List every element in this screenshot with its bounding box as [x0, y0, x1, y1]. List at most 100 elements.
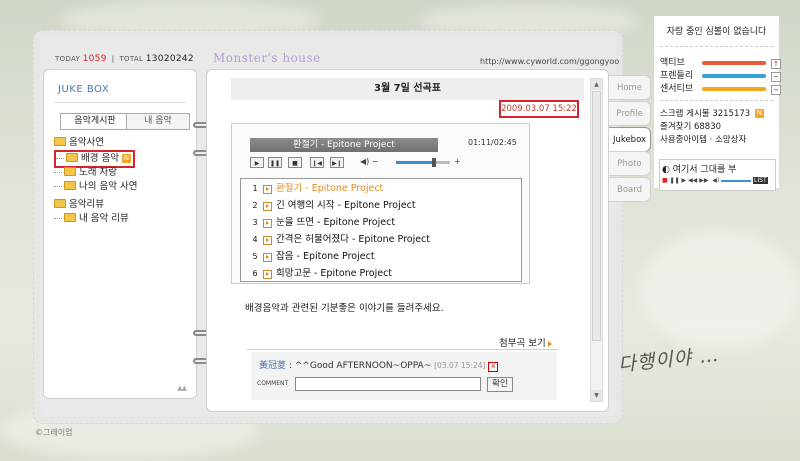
minus-icon[interactable]: − — [771, 72, 781, 82]
today-label: TODAY — [55, 55, 81, 63]
scroll-down-icon[interactable]: ▼ — [591, 390, 602, 401]
folder-icon — [54, 137, 66, 146]
tab-music-board[interactable]: 음악게시판 — [60, 113, 130, 130]
tab-profile[interactable]: Profile — [609, 101, 651, 126]
symbol-status: 자랑 중인 심볼이 없습니다 — [666, 27, 767, 37]
status-widget: 자랑 중인 심볼이 없습니다 액티브 ↑ 프렌들리 − 센서티브 − 스크랩 게… — [654, 16, 781, 191]
track-item[interactable]: 4 간격은 허물어졌다 - Epitone Project — [241, 232, 521, 248]
comment-text: : ^^Good AFTERNOON~OPPA~ — [286, 361, 435, 371]
now-playing-title: 환절기 - Epitone Project — [250, 138, 438, 152]
folder-label: 노래 자랑 — [79, 167, 117, 178]
sidebar-title: JUKE BOX — [58, 84, 110, 95]
volume-icon: ◀) − — [360, 157, 379, 166]
tab-photo[interactable]: Photo — [609, 151, 651, 176]
list-button[interactable]: LIST — [753, 177, 768, 184]
play-button[interactable]: ▶ — [250, 157, 264, 168]
volume-slider[interactable] — [396, 158, 450, 167]
comment-item: 黃冠菱 : ^^Good AFTERNOON~OPPA~ [03.07 15:2… — [259, 358, 499, 372]
gauge-sensitive: 센서티브 − — [660, 83, 781, 95]
prev-button[interactable]: ❙◀ — [310, 157, 324, 168]
tab-my-music[interactable]: 내 음악 — [126, 113, 190, 130]
homepage-url[interactable]: http://www.cyworld.com/ggongyoo — [480, 57, 619, 66]
folder-label: 내 음악 리뷰 — [79, 213, 129, 224]
minus-icon[interactable]: − — [771, 85, 781, 95]
play-time: 01:11/02:45 — [468, 138, 517, 147]
collapse-arrows-icon[interactable]: ▲▲ — [177, 384, 187, 392]
mini-player-title: ◐ 여기서 그대를 부 — [662, 165, 737, 175]
gauge-bar — [702, 87, 766, 91]
comment-time: [03.07 15:24] — [434, 361, 486, 370]
post-date: 2009.03.07 15:22 — [499, 100, 579, 118]
track-item[interactable]: 6 희망고문 - Epitone Project — [241, 266, 521, 282]
stop-button[interactable]: ■ — [288, 157, 302, 168]
track-item[interactable]: 5 잡음 - Epitone Project — [241, 249, 521, 265]
track-item[interactable]: 1 환절기 - Epitone Project — [241, 181, 521, 197]
gauge-friendly: 프렌들리 − — [660, 70, 781, 82]
comment-author[interactable]: 黃冠菱 — [259, 361, 286, 371]
folder-my-music-review[interactable]: 내 음악 리뷰 — [54, 212, 129, 226]
music-player: 환절기 - Epitone Project 01:11/02:45 ▶ ❚❚ ■… — [231, 123, 530, 284]
visitor-counter-bar: TODAY 1059 | TOTAL 13020242 Monster's ho… — [55, 51, 505, 68]
gauge-label: 액티브 — [660, 58, 685, 68]
total-count: 13020242 — [145, 54, 194, 64]
folder-song-show[interactable]: 노래 자랑 — [54, 166, 117, 180]
post-title: 3월 7일 선곡표 — [231, 78, 584, 100]
play-track-icon — [263, 202, 272, 211]
tab-board[interactable]: Board — [609, 177, 651, 202]
play-track-icon — [263, 185, 272, 194]
comment-submit-button[interactable]: 확인 — [487, 377, 513, 392]
comment-input[interactable] — [295, 377, 481, 391]
folder-label: 나의 음악 사연 — [79, 181, 138, 192]
folder-label: 배경 음악 — [81, 153, 119, 164]
new-badge: N — [121, 154, 131, 163]
triangle-right-icon — [547, 340, 552, 347]
new-badge-icon: N — [754, 109, 764, 118]
play-track-icon — [263, 253, 272, 262]
gauge-label: 프렌들리 — [660, 71, 694, 81]
cloud-decoration — [640, 230, 800, 350]
scrap-count[interactable]: 스크랩 게시물 3215173 N — [660, 107, 764, 119]
visitor-counter: TODAY 1059 | TOTAL 13020242 — [55, 54, 194, 64]
folder-icon — [54, 199, 66, 208]
favorites-count[interactable]: 즐겨찾기 68830 — [660, 120, 721, 132]
folder-label: 음악리뷰 — [69, 199, 104, 210]
homepage-title: Monster's house — [213, 51, 321, 65]
folder-icon — [64, 213, 76, 222]
tab-jukebox[interactable]: Jukebox — [609, 127, 651, 152]
folder-music-review[interactable]: 음악리뷰 — [54, 198, 104, 212]
comment-label: COMMENT — [257, 380, 289, 387]
track-item[interactable]: 2긴 여행의 시작 - Epitone Project — [241, 198, 521, 214]
handwritten-signature: 다행이야 … — [617, 343, 720, 377]
gauge-bar — [702, 74, 766, 78]
delete-comment-icon[interactable]: × — [488, 362, 499, 372]
scrollbar[interactable]: ▲ ▼ — [590, 78, 603, 402]
play-track-icon — [263, 270, 272, 279]
view-attached-songs-link[interactable]: 첨부곡 보기 — [499, 335, 552, 349]
post-panel: 3월 7일 선곡표 2009.03.07 15:22 환절기 - Epitone… — [206, 69, 609, 412]
items-link[interactable]: 사용중아이템 · 소망상자 — [660, 133, 746, 145]
today-count: 1059 — [82, 54, 107, 64]
mini-player-controls[interactable]: ■ ❚❚ ▶ ◀◀ ▶▶ ◀) LIST — [662, 177, 772, 187]
gauge-bar — [702, 61, 766, 65]
folder-icon — [64, 181, 76, 190]
folder-my-music-story[interactable]: 나의 음악 사연 — [54, 180, 137, 194]
comment-area: 黃冠菱 : ^^Good AFTERNOON~OPPA~ [03.07 15:2… — [251, 352, 557, 400]
next-button[interactable]: ▶❙ — [330, 157, 344, 168]
jukebox-sidebar: JUKE BOX 음악게시판 내 음악 음악사연 배경 음악 N 노래 자랑 나의… — [43, 69, 197, 399]
track-item[interactable]: 3 눈을 뜨면 - Epitone Project — [241, 215, 521, 231]
gauge-label: 센서티브 — [660, 84, 694, 94]
scroll-up-icon[interactable]: ▲ — [591, 79, 602, 90]
track-list: 1 환절기 - Epitone Project 2긴 여행의 시작 - Epito… — [240, 178, 522, 282]
arrow-up-icon[interactable]: ↑ — [771, 59, 781, 69]
pause-button[interactable]: ❚❚ — [268, 157, 282, 168]
mini-player: ◐ 여기서 그대를 부 ■ ❚❚ ▶ ◀◀ ▶▶ ◀) LIST — [659, 159, 776, 191]
folder-icon — [64, 167, 76, 176]
folder-music-stories[interactable]: 음악사연 — [54, 136, 104, 150]
tab-home[interactable]: Home — [609, 75, 651, 100]
gauge-active: 액티브 ↑ — [660, 57, 781, 69]
total-label: TOTAL — [119, 55, 144, 63]
scroll-thumb[interactable] — [592, 91, 601, 341]
volume-plus-icon[interactable]: + — [454, 157, 461, 166]
copyright-mark: ©그레이엄 — [35, 428, 73, 437]
folder-label: 음악사연 — [69, 137, 104, 148]
